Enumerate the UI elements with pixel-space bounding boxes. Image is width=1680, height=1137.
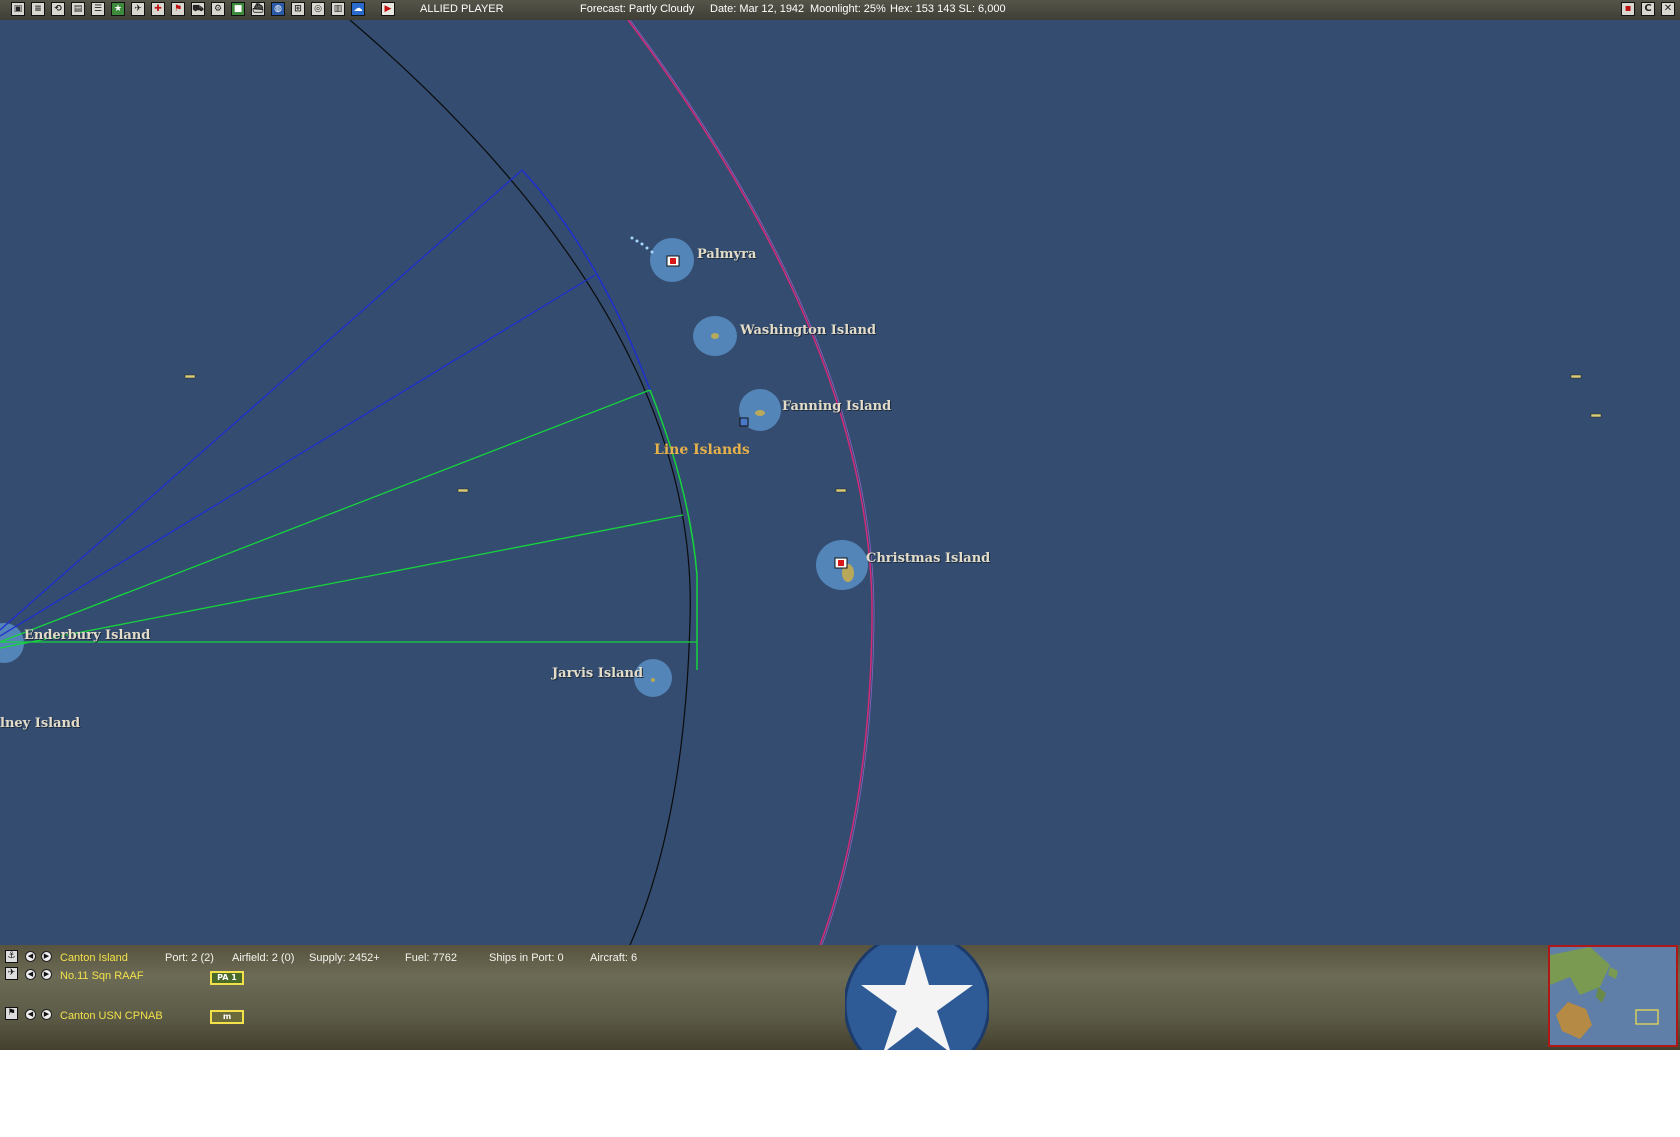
air-unit-name[interactable]: No.11 Sqn RAAF: [60, 970, 144, 982]
formation-icon[interactable]: ⊞: [291, 2, 305, 16]
aircraft-icon[interactable]: ✚: [151, 2, 165, 16]
globe-icon[interactable]: ◍: [271, 2, 285, 16]
lcu-icon[interactable]: ⚙: [211, 2, 225, 16]
minimap[interactable]: [1548, 945, 1678, 1047]
list-icon[interactable]: ☰: [91, 2, 105, 16]
fuel-stat: Fuel: 7762: [405, 952, 457, 964]
prev-arrow-icon[interactable]: ◀: [25, 969, 36, 980]
ship-marker: [184, 374, 196, 379]
range-arc-black: [349, 20, 691, 945]
us-star-roundel-icon: [845, 945, 989, 1050]
base-icon[interactable]: ■: [231, 2, 245, 16]
prev-arrow-icon[interactable]: ◀: [25, 1009, 36, 1020]
chart-icon[interactable]: ▥: [331, 2, 345, 16]
replay-icon[interactable]: ⟲: [51, 2, 65, 16]
ground-flag-icon[interactable]: ⚑: [5, 1007, 18, 1020]
date-label: Date: Mar 12, 1942: [710, 3, 805, 15]
hex-label: Hex: 153 143 SL: 6,000: [890, 3, 1006, 15]
japanese-base-palmyra: [666, 255, 680, 267]
place-jarvis-island[interactable]: Jarvis Island: [552, 666, 643, 681]
player-label: ALLIED PLAYER: [420, 3, 504, 15]
moonlight-label: Moonlight: 25%: [810, 3, 886, 15]
forecast-label: Forecast: Partly Cloudy: [580, 3, 695, 15]
supply-stat: Supply: 2452+: [309, 952, 380, 964]
base-name[interactable]: Canton Island: [60, 952, 128, 964]
restore-icon[interactable]: C: [1641, 2, 1655, 16]
place-palmyra[interactable]: Palmyra: [697, 247, 756, 262]
place-enderbury-island[interactable]: Enderbury Island: [24, 628, 150, 643]
allied-unit-fanning: [739, 417, 749, 427]
place-fanning-island[interactable]: Fanning Island: [782, 399, 891, 414]
airplane-icon[interactable]: ✈: [5, 967, 18, 980]
ships-in-port-stat: Ships in Port: 0: [489, 952, 564, 964]
star-icon[interactable]: ★: [111, 2, 125, 16]
ship-marker: [835, 488, 847, 493]
minimize-icon[interactable]: ▪: [1621, 2, 1635, 16]
port-stat: Port: 2 (2): [165, 952, 214, 964]
ship-icon[interactable]: ⛴: [251, 2, 265, 16]
aircraft-stat: Aircraft: 6: [590, 952, 638, 964]
ship-marker: [1570, 374, 1582, 379]
anchor-icon[interactable]: ⚓: [5, 950, 18, 963]
end-turn-icon[interactable]: ▶: [381, 2, 395, 16]
base-info-panel: ⚓ ◀ ▶ Canton Island Port: 2 (2) Airfield…: [0, 945, 1680, 1050]
ground-unit-badge[interactable]: m: [210, 1010, 244, 1024]
minimap-terrain: [1550, 947, 1659, 1039]
next-arrow-icon[interactable]: ▶: [41, 1009, 52, 1020]
map-overlay: [0, 20, 1602, 945]
place-sidney-island[interactable]: lney Island: [0, 716, 80, 731]
weather-icon[interactable]: ☁: [351, 2, 365, 16]
next-arrow-icon[interactable]: ▶: [41, 951, 52, 962]
top-menu-bar: ▣ ≡ ⟲ ▤ ☰ ★ ✈ ✚ ⚑ ⛟ ⚙ ■ ⛴ ◍ ⊞ ◎ ▥ ☁ ▶ AL…: [0, 0, 1680, 21]
ship-marker: [457, 488, 469, 493]
close-icon[interactable]: ✕: [1661, 2, 1675, 16]
report-icon[interactable]: ≡: [31, 2, 45, 16]
ground-unit-name[interactable]: Canton USN CPNAB: [60, 1010, 163, 1022]
range-arc-magenta: [627, 20, 873, 945]
airgroup-icon[interactable]: ✈: [131, 2, 145, 16]
print-icon[interactable]: ▤: [71, 2, 85, 16]
minimap-viewport: [1635, 1009, 1659, 1025]
search-line-blue-2: [0, 274, 596, 637]
place-christmas-island[interactable]: Christmas Island: [866, 551, 990, 566]
prev-arrow-icon[interactable]: ◀: [25, 951, 36, 962]
flag-icon[interactable]: ⚑: [171, 2, 185, 16]
ship-marker: [1590, 413, 1602, 418]
ob-icon[interactable]: ◎: [311, 2, 325, 16]
next-arrow-icon[interactable]: ▶: [41, 969, 52, 980]
airfield-stat: Airfield: 2 (0): [232, 952, 295, 964]
region-line-islands: Line Islands: [654, 442, 750, 458]
cargo-icon[interactable]: ⛟: [191, 2, 205, 16]
ocean-map[interactable]: Palmyra Washington Island Fanning Island…: [0, 20, 1680, 945]
place-washington-island[interactable]: Washington Island: [740, 323, 876, 338]
japanese-base-christmas: [834, 557, 848, 569]
menu-icon[interactable]: ▣: [11, 2, 25, 16]
search-line-green-1: [0, 389, 651, 643]
air-unit-badge[interactable]: PA 1: [210, 971, 244, 985]
